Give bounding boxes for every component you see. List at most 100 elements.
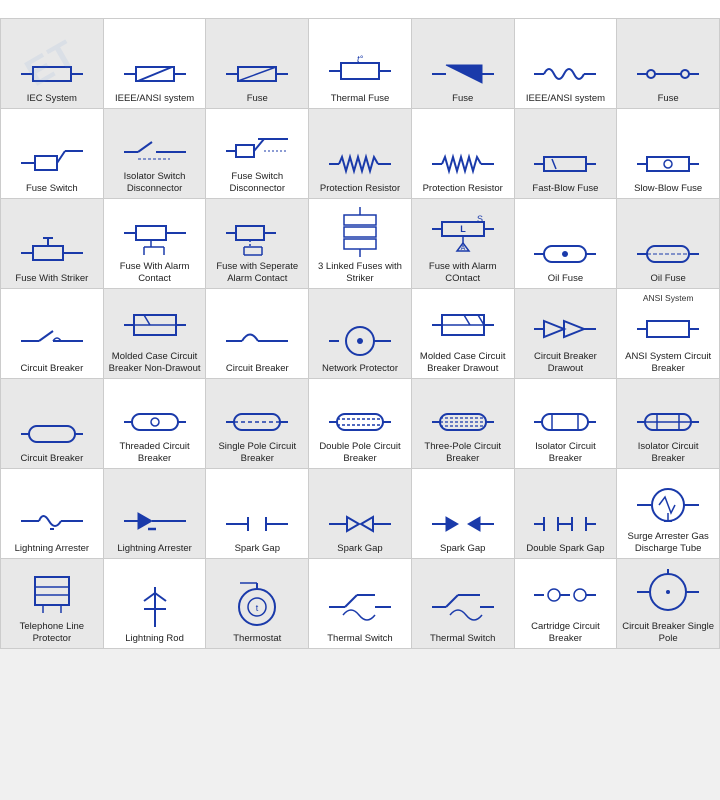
symbol-cell-24: Network Protector: [309, 289, 412, 379]
symbol-label-27: ANSI System Circuit Breaker: [621, 351, 716, 374]
symbol-cell-14: Fuse With Striker: [1, 199, 104, 289]
symbol-label-15: Fuse With Alarm Contact: [107, 261, 202, 284]
symbol-label-26: Circuit Breaker Drawout: [518, 351, 613, 374]
symbol-icon-34: [637, 407, 699, 439]
symbol-cell-9: Fuse Switch Disconnector: [206, 109, 309, 199]
symbol-icon-8: [124, 137, 186, 169]
symbol-icon-17: [329, 207, 391, 259]
symbol-label-9: Fuse Switch Disconnector: [210, 171, 305, 194]
symbol-icon-28: [21, 419, 83, 451]
symbol-label-30: Single Pole Circuit Breaker: [210, 441, 305, 464]
symbol-icon-45: [329, 585, 391, 631]
symbol-icon-36: [124, 503, 186, 541]
symbol-label-31: Double Pole Circuit Breaker: [312, 441, 407, 464]
symbol-cell-42: Telephone Line Protector: [1, 559, 104, 649]
symbol-cell-11: Protection Resistor: [412, 109, 515, 199]
symbol-label-48: Circuit Breaker Single Pole: [621, 621, 716, 644]
symbol-label-21: Circuit Breaker: [20, 363, 83, 374]
symbol-icon-0: [21, 59, 83, 91]
symbol-cell-23: Circuit Breaker: [206, 289, 309, 379]
symbol-cell-30: Single Pole Circuit Breaker: [206, 379, 309, 469]
symbol-cell-36: Lightning Arrester: [104, 469, 207, 559]
symbol-icon-27: [637, 311, 699, 349]
symbol-cell-44: tThermostat: [206, 559, 309, 649]
svg-text:t°: t°: [357, 54, 364, 64]
symbol-cell-45: Thermal Switch: [309, 559, 412, 649]
symbol-icon-13: [637, 149, 699, 181]
symbol-label-2: Fuse: [247, 93, 268, 104]
symbol-label-25: Molded Case Circuit Breaker Drawout: [415, 351, 510, 374]
symbol-cell-4: Fuse: [412, 19, 515, 109]
symbol-cell-38: Spark Gap: [309, 469, 412, 559]
symbol-icon-25: [432, 303, 494, 349]
symbol-icon-19: [534, 239, 596, 271]
symbol-label-1: IEEE/ANSI system: [115, 93, 194, 104]
symbol-label-40: Double Spark Gap: [526, 543, 604, 554]
symbol-label-22: Molded Case Circuit Breaker Non-Drawout: [107, 351, 202, 374]
symbol-icon-46: [432, 585, 494, 631]
symbol-label-10: Protection Resistor: [320, 183, 400, 194]
symbol-icon-4: [432, 59, 494, 91]
symbol-icon-12: [534, 149, 596, 181]
symbol-icon-3: t°: [329, 53, 391, 91]
symbol-cell-13: Slow-Blow Fuse: [617, 109, 720, 199]
symbol-icon-37: [226, 509, 288, 541]
symbol-label-37: Spark Gap: [235, 543, 280, 554]
symbol-cell-3: t°Thermal Fuse: [309, 19, 412, 109]
symbol-cell-37: Spark Gap: [206, 469, 309, 559]
symbol-label-18: Fuse with Alarm COntact: [415, 261, 510, 284]
symbol-label-17: 3 Linked Fuses with Striker: [312, 261, 407, 284]
symbol-label-42: Telephone Line Protector: [4, 621, 99, 644]
symbol-icon-26: [534, 311, 596, 349]
svg-text:L: L: [460, 224, 466, 234]
symbol-icon-32: [432, 407, 494, 439]
symbol-icon-44: t: [226, 579, 288, 631]
symbol-cell-6: Fuse: [617, 19, 720, 109]
symbol-icon-2: [226, 59, 288, 91]
symbol-label-19: Oil Fuse: [548, 273, 583, 284]
symbol-icon-31: [329, 407, 391, 439]
symbol-icon-20: [637, 239, 699, 271]
symbol-cell-39: Spark Gap: [412, 469, 515, 559]
system-label-27: ANSI System: [617, 293, 719, 303]
symbol-icon-14: [21, 233, 83, 271]
symbol-label-47: Cartridge Circuit Breaker: [518, 621, 613, 644]
symbol-icon-15: [124, 217, 186, 259]
symbol-label-13: Slow-Blow Fuse: [634, 183, 702, 194]
symbol-label-41: Surge Arrester Gas Discharge Tube: [621, 531, 716, 554]
symbol-cell-41: Surge Arrester Gas Discharge Tube: [617, 469, 720, 559]
symbol-label-14: Fuse With Striker: [15, 273, 88, 284]
symbol-cell-28: Circuit Breaker: [1, 379, 104, 469]
symbols-grid: ETIEC SystemIEEE/ANSI systemFuset°Therma…: [0, 18, 720, 649]
symbol-label-0: IEC System: [27, 93, 77, 104]
symbol-cell-29: Threaded Circuit Breaker: [104, 379, 207, 469]
symbol-label-11: Protection Resistor: [423, 183, 503, 194]
symbol-icon-30: [226, 407, 288, 439]
symbol-cell-26: Circuit Breaker Drawout: [515, 289, 618, 379]
symbol-icon-23: [226, 323, 288, 361]
symbol-icon-40: [534, 509, 596, 541]
symbol-label-46: Thermal Switch: [430, 633, 495, 644]
svg-text:S: S: [477, 214, 483, 224]
symbol-icon-24: [329, 323, 391, 361]
symbol-label-20: Oil Fuse: [650, 273, 685, 284]
symbol-cell-0: ETIEC System: [1, 19, 104, 109]
symbol-cell-19: Oil Fuse: [515, 199, 618, 289]
symbol-label-24: Network Protector: [322, 363, 398, 374]
symbol-icon-11: [432, 149, 494, 181]
page-header: [0, 0, 720, 18]
symbol-label-7: Fuse Switch: [26, 183, 78, 194]
symbol-label-36: Lightning Arrester: [117, 543, 191, 554]
symbol-cell-16: Fuse with Seperate Alarm Contact: [206, 199, 309, 289]
symbol-icon-9: [226, 131, 288, 169]
symbol-icon-10: [329, 149, 391, 181]
symbol-label-6: Fuse: [658, 93, 679, 104]
symbol-label-45: Thermal Switch: [327, 633, 392, 644]
symbol-cell-27: ANSI System ANSI System Circuit Breaker: [617, 289, 720, 379]
symbol-icon-38: [329, 509, 391, 541]
symbol-icon-41: [637, 483, 699, 529]
symbol-cell-2: Fuse: [206, 19, 309, 109]
symbol-label-32: Three-Pole Circuit Breaker: [415, 441, 510, 464]
symbol-icon-22: [124, 303, 186, 349]
symbol-cell-8: Isolator Switch Disconnector: [104, 109, 207, 199]
